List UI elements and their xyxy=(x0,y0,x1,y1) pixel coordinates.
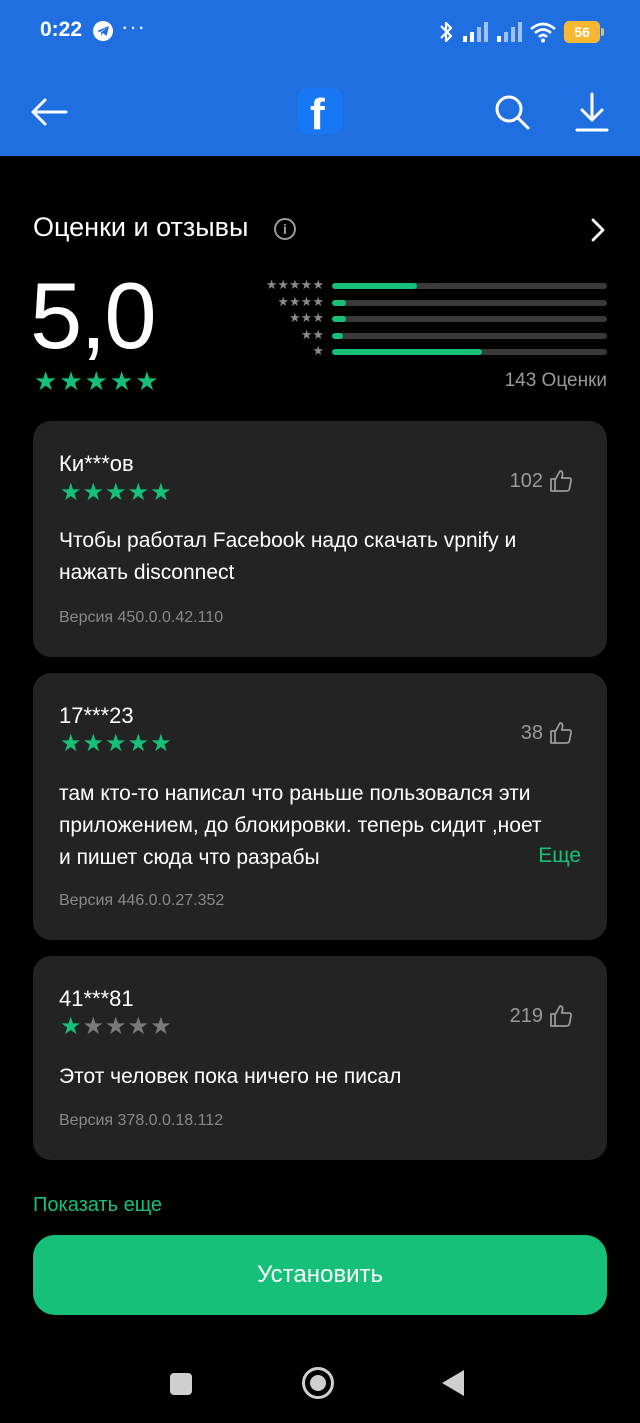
distribution-bar-fill xyxy=(332,299,346,306)
like-count: 38 xyxy=(520,721,543,744)
thumbs-up-icon xyxy=(550,722,572,744)
star-empty-icon: ★ xyxy=(82,1013,105,1040)
status-bar: 0:22 ··· 56 xyxy=(0,0,640,64)
rating-distribution: ★★★★★ ★★★★ ★★★ ★★ ★ xyxy=(244,278,608,361)
review-author: 41***81 xyxy=(59,986,134,1011)
install-button-label: Установить xyxy=(257,1261,383,1288)
status-time: 0:22 xyxy=(40,18,83,41)
wifi-icon xyxy=(530,22,556,43)
distribution-bar xyxy=(332,299,607,306)
like-count: 219 xyxy=(509,1004,543,1027)
review-version: Версия 378.0.0.18.112 xyxy=(59,1112,224,1129)
star-filled-icon: ★ xyxy=(105,479,127,506)
review-version: Версия 450.0.0.42.110 xyxy=(59,609,224,626)
star-filled-icon: ★ xyxy=(135,366,159,396)
distribution-stars-icon: ★★★★★ xyxy=(265,277,324,292)
like-button[interactable]: 219 xyxy=(510,1004,573,1028)
facebook-logo: f xyxy=(297,88,343,134)
star-filled-icon: ★ xyxy=(109,366,134,396)
back-arrow-icon[interactable] xyxy=(28,92,72,132)
search-icon[interactable] xyxy=(492,92,532,132)
info-icon[interactable]: i xyxy=(274,218,296,240)
star-empty-icon: ★ xyxy=(127,1013,150,1040)
distribution-row: ★ xyxy=(244,344,608,361)
distribution-row: ★★★ xyxy=(244,311,608,328)
star-filled-icon: ★ xyxy=(150,479,172,506)
distribution-bar xyxy=(332,349,607,355)
star-empty-icon: ★ xyxy=(150,1013,172,1040)
home-icon[interactable] xyxy=(302,1367,334,1399)
distribution-stars-icon: ★ xyxy=(312,343,324,358)
star-filled-icon: ★ xyxy=(82,479,105,506)
download-icon[interactable] xyxy=(572,90,612,134)
rating-score: 5,0 xyxy=(30,263,157,368)
like-count: 102 xyxy=(509,469,543,492)
star-filled-icon: ★ xyxy=(105,730,127,757)
like-button[interactable]: 102 xyxy=(510,469,573,493)
review-stars: ★ ★ ★ ★ ★ xyxy=(60,481,172,505)
star-empty-icon: ★ xyxy=(105,1013,127,1040)
nav-back-icon[interactable] xyxy=(442,1370,464,1396)
star-filled-icon: ★ xyxy=(60,1013,82,1040)
thumbs-up-icon xyxy=(550,470,572,492)
review-card: 17***23 ★ ★ ★ ★ ★ 38 там кто-то написал что … xyxy=(33,673,607,940)
distribution-row: ★★ xyxy=(244,326,608,345)
star-filled-icon: ★ xyxy=(82,730,105,757)
rating-stars: ★ ★ ★ ★ ★ xyxy=(34,368,159,394)
distribution-stars-icon: ★★★ xyxy=(289,310,324,325)
review-card: 41***81 ★ ★ ★ ★ ★ 219 Этот человек пока ниче… xyxy=(33,956,607,1160)
status-icons: 56 xyxy=(438,18,604,46)
top-bar: 0:22 ··· 56 f xyxy=(0,0,640,156)
star-filled-icon: ★ xyxy=(127,479,150,506)
star-filled-icon: ★ xyxy=(60,730,82,757)
telegram-icon xyxy=(93,21,113,41)
review-stars: ★ ★ ★ ★ ★ xyxy=(60,1015,172,1039)
distribution-bar xyxy=(332,283,607,289)
review-author: 17***23 xyxy=(59,703,134,728)
show-more-link[interactable]: Показать еще xyxy=(33,1194,162,1217)
signal-icon xyxy=(497,22,522,42)
system-nav-bar xyxy=(0,1340,640,1423)
bluetooth-icon xyxy=(440,21,453,43)
review-text: Этот человек пока ничего не писал xyxy=(59,1065,402,1088)
distribution-bar xyxy=(332,332,607,339)
text-fade xyxy=(473,841,533,873)
distribution-row: ★★★★ xyxy=(244,293,608,312)
distribution-bar-fill xyxy=(332,316,346,322)
review-stars: ★ ★ ★ ★ ★ xyxy=(60,732,172,756)
distribution-row: ★★★★★ xyxy=(244,278,608,295)
facebook-logo-letter: f xyxy=(310,90,325,134)
star-filled-icon: ★ xyxy=(60,479,82,506)
app-bar: f xyxy=(0,80,640,146)
distribution-bar-fill xyxy=(332,332,343,339)
star-filled-icon: ★ xyxy=(59,366,83,396)
ratings-title[interactable]: Оценки и отзывы xyxy=(33,212,248,243)
install-button[interactable]: Установить xyxy=(33,1235,607,1315)
distribution-bar-fill xyxy=(332,349,482,355)
more-notifications-icon: ··· xyxy=(121,14,146,39)
review-version: Версия 446.0.0.27.352 xyxy=(59,892,225,909)
signal-icon xyxy=(463,22,488,42)
like-button[interactable]: 38 xyxy=(521,721,573,745)
review-text: Чтобы работал Facebook надо скачать vpni… xyxy=(59,529,517,584)
battery-icon: 56 xyxy=(564,21,604,43)
distribution-bar-fill xyxy=(332,283,418,289)
star-filled-icon: ★ xyxy=(127,730,150,757)
star-filled-icon: ★ xyxy=(84,366,108,396)
chevron-right-icon[interactable] xyxy=(588,216,608,244)
distribution-stars-icon: ★★★★ xyxy=(277,293,324,309)
star-filled-icon: ★ xyxy=(34,366,58,396)
rating-count: 143 Оценки xyxy=(504,370,607,391)
distribution-bar xyxy=(332,316,607,322)
distribution-stars-icon: ★★ xyxy=(300,326,324,342)
star-filled-icon: ★ xyxy=(150,730,172,757)
review-author: Ки***ов xyxy=(59,451,134,476)
review-more-link[interactable]: Еще xyxy=(538,844,581,868)
recent-apps-icon[interactable] xyxy=(170,1373,192,1395)
review-card: Ки***ов ★ ★ ★ ★ ★ 102 Чтобы работал Facebook… xyxy=(33,421,607,657)
thumbs-up-icon xyxy=(550,1005,572,1027)
